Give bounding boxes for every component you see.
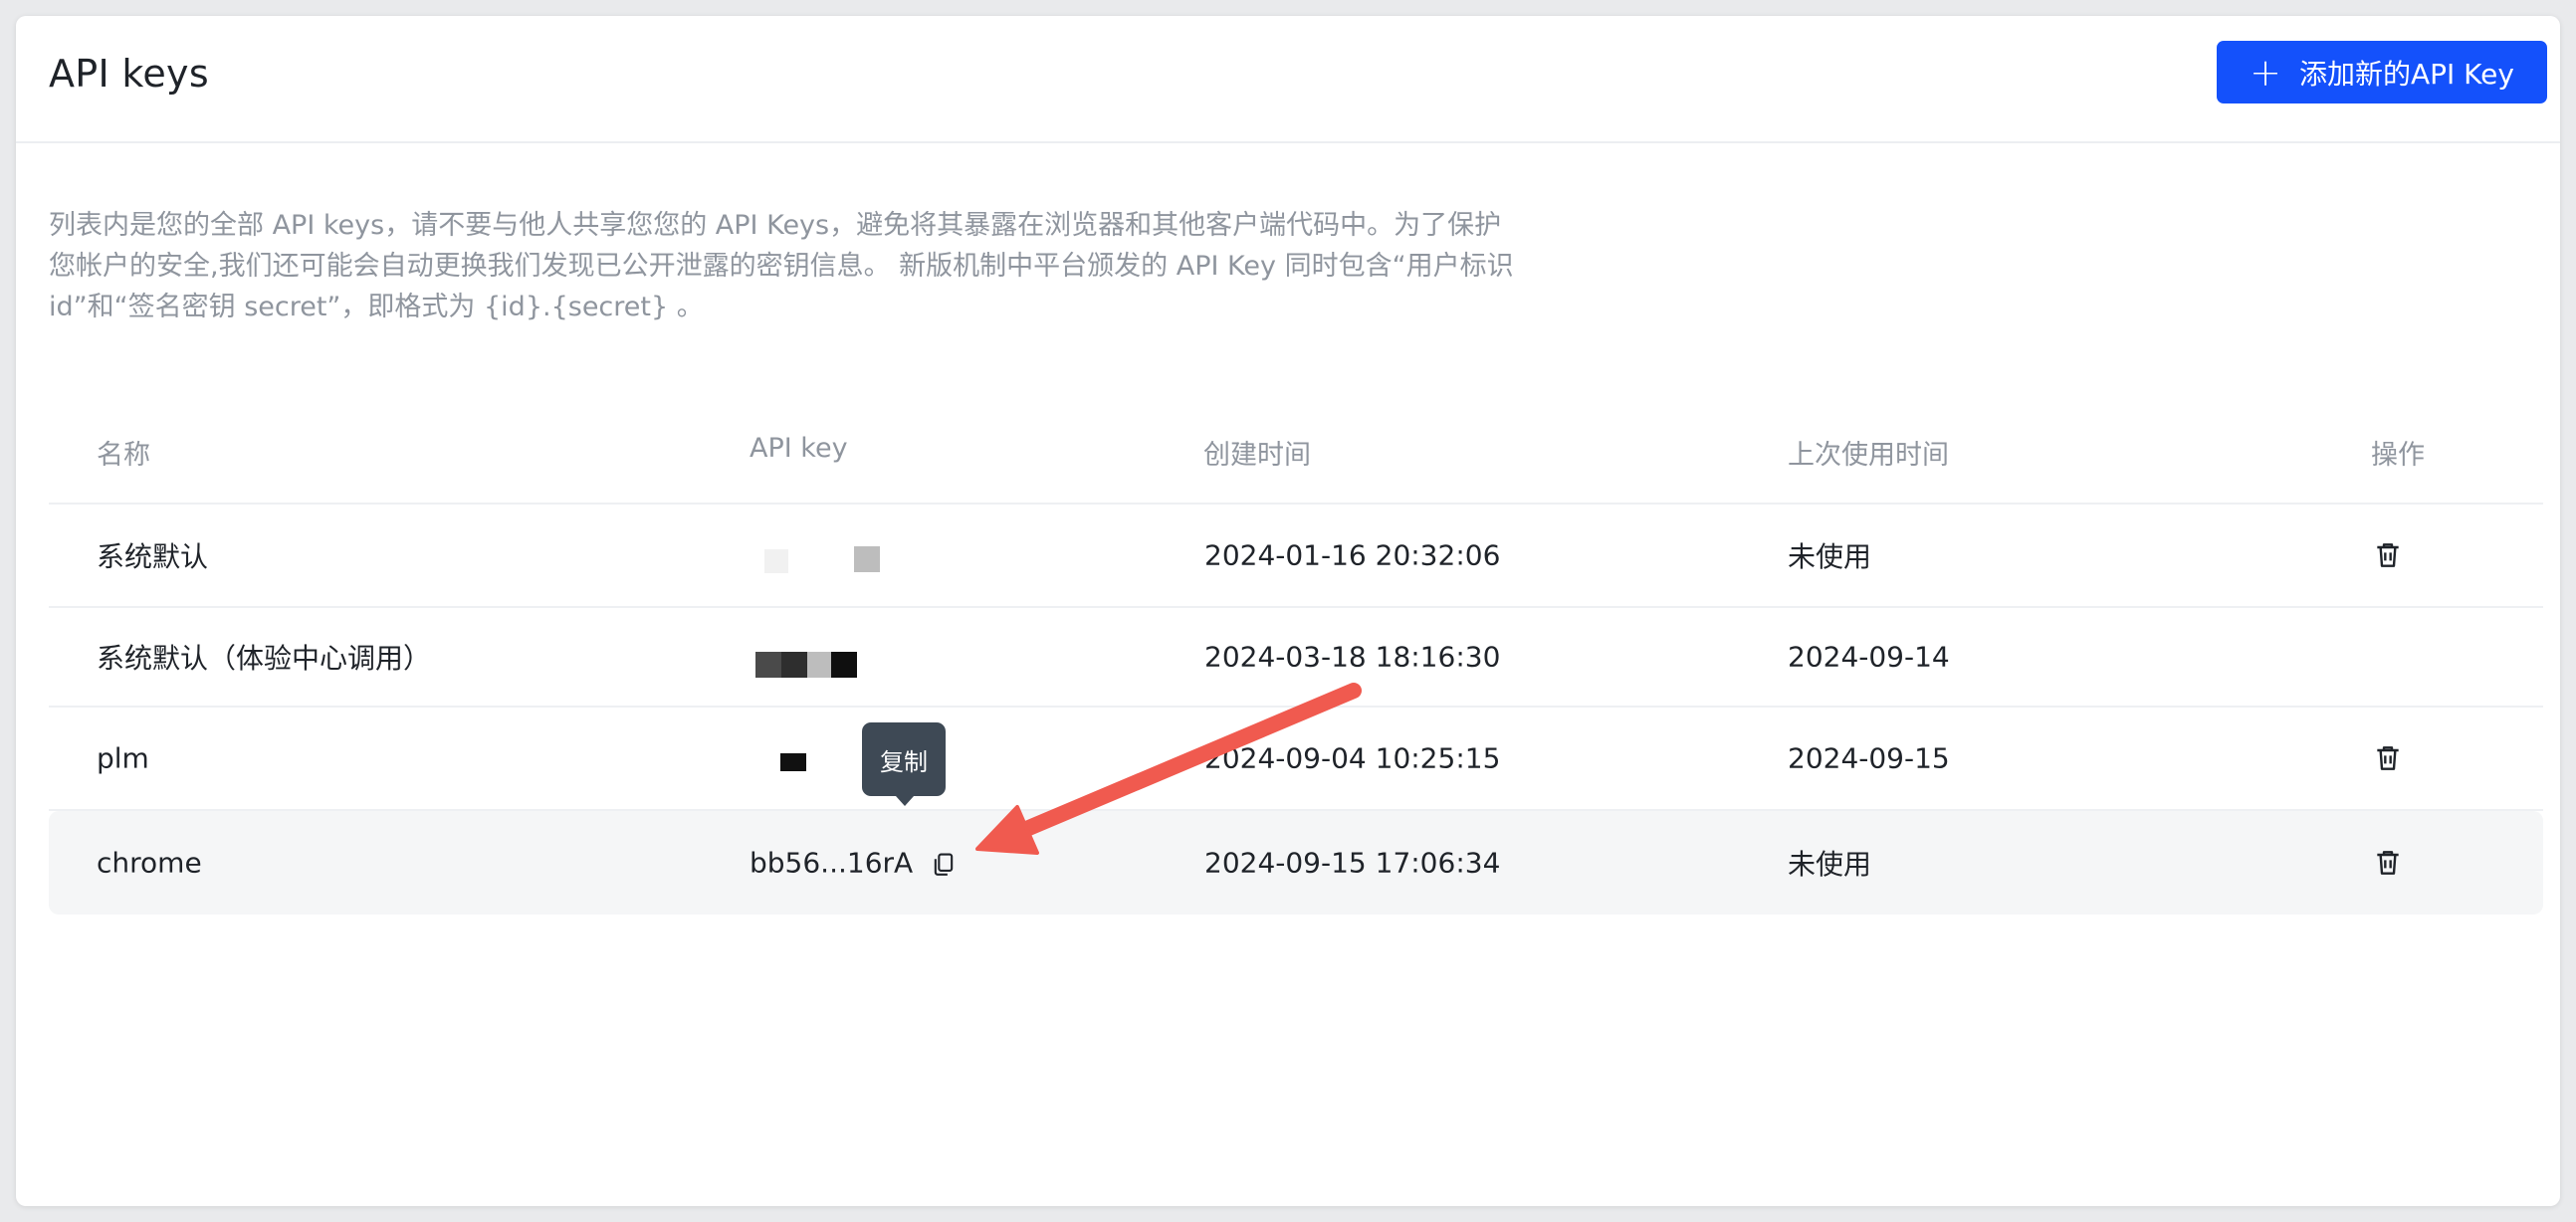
- redacted-key-mosaic: [755, 652, 781, 678]
- add-api-key-button[interactable]: + 添加新的API Key: [2217, 41, 2547, 103]
- row-last-used: 2024-09-15: [1788, 741, 1950, 775]
- row-name: 系统默认: [97, 540, 209, 573]
- row-name: 系统默认（体验中心调用）: [97, 642, 432, 675]
- row-created: 2024-03-18 18:16:30: [1204, 640, 1501, 674]
- add-api-key-label: 添加新的API Key: [2298, 57, 2514, 91]
- description-text: 列表内是您的全部 API keys，请不要与他人共享您您的 API Keys，避…: [49, 210, 1514, 322]
- column-header-actions: 操作: [2371, 440, 2425, 471]
- copy-icon[interactable]: [930, 851, 958, 879]
- table-row: 系统默认 2024-01-16 20:32:06 未使用: [49, 505, 2543, 608]
- trash-icon: [2377, 746, 2399, 770]
- row-created: 2024-09-15 17:06:34: [1204, 846, 1501, 880]
- copy-tooltip: 复制: [862, 722, 946, 806]
- redacted-key-mosaic: [780, 753, 806, 771]
- column-header-last-used: 上次使用时间: [1788, 440, 1949, 471]
- column-header-name: 名称: [97, 440, 150, 471]
- plus-icon: +: [2250, 50, 2281, 95]
- redacted-key-mosaic: [854, 546, 880, 572]
- delete-button[interactable]: [2372, 742, 2404, 774]
- trash-icon: [2377, 851, 2399, 875]
- table-header: 名称 API key 创建时间 上次使用时间 操作: [49, 409, 2543, 505]
- api-key-cell: bb56...16rA: [750, 847, 958, 880]
- column-header-created: 创建时间: [1203, 440, 1311, 471]
- row-last-used: 未使用: [1788, 848, 1872, 881]
- row-name: plm: [97, 741, 149, 775]
- column-header-api-key: API key: [750, 433, 848, 464]
- redacted-key-mosaic: [781, 652, 807, 678]
- page-title: API keys: [49, 52, 209, 96]
- redacted-key-mosaic: [831, 652, 857, 678]
- row-created: 2024-01-16 20:32:06: [1204, 538, 1501, 572]
- delete-button[interactable]: [2372, 539, 2404, 571]
- row-created: 2024-09-04 10:25:15: [1204, 741, 1501, 775]
- api-keys-card: API keys + 添加新的API Key 列表内是您的全部 API keys…: [16, 16, 2560, 1206]
- card-header: API keys + 添加新的API Key: [16, 16, 2560, 143]
- table-row: plm 2024-09-04 10:25:15 2024-09-15: [49, 708, 2543, 811]
- trash-icon: [2377, 543, 2399, 567]
- api-key-value: bb56...16rA: [750, 846, 914, 880]
- row-last-used: 2024-09-14: [1788, 640, 1950, 674]
- table-row: chrome bb56...16rA 2024-09-15 17:06:34 未…: [49, 811, 2543, 915]
- delete-button[interactable]: [2372, 847, 2404, 879]
- api-keys-table: 名称 API key 创建时间 上次使用时间 操作 系统默认 2024-01-1…: [49, 409, 2543, 915]
- redacted-key-mosaic: [807, 652, 831, 678]
- table-row: 系统默认（体验中心调用） 2024-03-18 18:16:30 2024-09…: [49, 608, 2543, 708]
- redacted-key-mosaic: [764, 549, 788, 573]
- row-last-used: 未使用: [1788, 540, 1872, 573]
- row-name: chrome: [97, 846, 202, 880]
